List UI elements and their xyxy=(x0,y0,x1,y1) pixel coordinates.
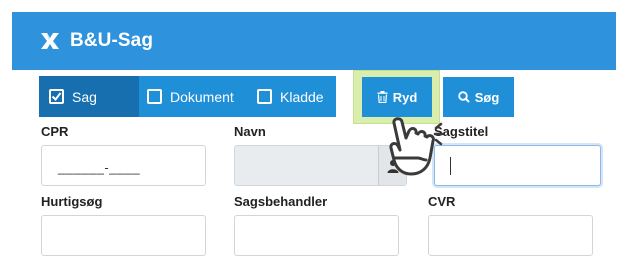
checkbox-checked-icon[interactable] xyxy=(49,89,64,104)
cvr-label: CVR xyxy=(428,194,456,209)
text-cursor xyxy=(450,157,451,175)
tab-kladde[interactable]: Kladde xyxy=(247,76,324,117)
sagstitel-input[interactable] xyxy=(434,145,601,186)
search-type-tabs: Sag Dokument Kladde xyxy=(39,76,336,117)
pointing-hand-icon xyxy=(389,117,444,176)
search-icon xyxy=(458,91,470,103)
search-button[interactable]: Søg xyxy=(443,77,514,117)
app-title: B&U-Sag xyxy=(70,30,154,51)
clear-button-label: Ryd xyxy=(392,89,418,105)
cpr-input[interactable]: ______-____ xyxy=(41,145,206,186)
tab-sag-label: Sag xyxy=(72,88,97,105)
trash-icon xyxy=(377,91,388,103)
cpr-mask: ______-____ xyxy=(58,160,141,175)
hurtigsog-label: Hurtigsøg xyxy=(41,194,103,209)
app-header: B&U-Sag xyxy=(12,12,616,70)
cvr-input[interactable] xyxy=(428,215,593,256)
app-logo-icon xyxy=(41,33,59,49)
sagsbehandler-input[interactable] xyxy=(234,215,399,256)
cpr-label: CPR xyxy=(41,124,69,139)
tab-kladde-label: Kladde xyxy=(280,88,324,105)
checkbox-icon[interactable] xyxy=(147,89,162,104)
hurtigsog-input[interactable] xyxy=(41,215,206,256)
tab-dokument[interactable]: Dokument xyxy=(139,76,247,117)
checkbox-icon[interactable] xyxy=(257,89,272,104)
sagsbehandler-label: Sagsbehandler xyxy=(234,194,328,209)
clear-button[interactable]: Ryd xyxy=(362,77,432,117)
navn-label: Navn xyxy=(234,124,266,139)
tab-sag[interactable]: Sag xyxy=(39,76,139,117)
tab-dokument-label: Dokument xyxy=(170,88,234,105)
search-button-label: Søg xyxy=(474,89,500,105)
